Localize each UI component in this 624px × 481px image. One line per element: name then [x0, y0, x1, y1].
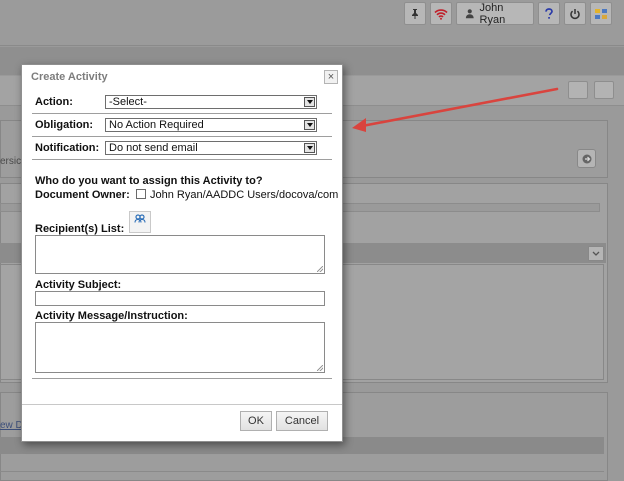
dropdown-button[interactable] — [588, 246, 604, 261]
address-book-button[interactable] — [129, 211, 151, 233]
notification-select-value: Do not send email — [109, 142, 198, 154]
obligation-select[interactable]: No Action Required — [105, 118, 317, 132]
background-text-version: ersic — [0, 156, 22, 167]
activity-message-textarea[interactable] — [35, 322, 325, 373]
logout-button[interactable] — [564, 2, 586, 25]
notification-select[interactable]: Do not send email — [105, 141, 317, 155]
chevron-down-icon[interactable] — [304, 143, 315, 153]
chevron-down-icon[interactable] — [304, 120, 315, 130]
activity-message-label: Activity Message/Instruction: — [35, 310, 188, 322]
lower-row-line — [0, 471, 604, 472]
user-name: John Ryan — [479, 1, 506, 26]
divider — [32, 136, 332, 137]
close-icon: × — [327, 70, 335, 83]
wifi-button[interactable] — [430, 2, 452, 25]
toolbar-button-1[interactable] — [568, 81, 588, 99]
ok-button[interactable]: OK — [240, 411, 272, 431]
document-owner-checkbox[interactable] — [136, 189, 146, 199]
apps-button[interactable] — [590, 2, 612, 25]
print-button[interactable] — [594, 81, 614, 99]
dialog-title: Create Activity — [31, 71, 108, 83]
activity-subject-input[interactable] — [35, 291, 325, 306]
recipients-textarea[interactable] — [35, 235, 325, 274]
wifi-icon — [434, 8, 448, 20]
apps-icon — [595, 8, 607, 19]
help-button[interactable] — [538, 2, 560, 25]
divider — [32, 159, 332, 160]
document-owner-label: Document Owner: — [35, 189, 130, 201]
pin-button[interactable] — [404, 2, 426, 25]
obligation-label: Obligation: — [35, 119, 94, 131]
chevron-down-icon — [592, 251, 600, 256]
close-button[interactable]: × — [324, 70, 338, 84]
background-link-view[interactable]: ew D — [0, 420, 23, 431]
document-owner-value: John Ryan/AADDC Users/docova/com — [150, 189, 339, 201]
cancel-button[interactable]: Cancel — [276, 411, 328, 431]
chevron-down-icon[interactable] — [304, 97, 315, 107]
divider — [32, 378, 332, 379]
recipients-label: Recipient(s) List: — [35, 223, 125, 235]
refresh-button[interactable] — [577, 149, 596, 168]
arrow-right-icon — [582, 154, 591, 163]
notification-label: Notification: — [35, 142, 100, 154]
assign-question: Who do you want to assign this Activity … — [35, 175, 263, 187]
power-icon — [570, 8, 580, 19]
action-select-value: -Select- — [109, 96, 147, 108]
action-label: Action: — [35, 96, 73, 108]
action-select[interactable]: -Select- — [105, 95, 317, 109]
top-bar: John Ryan — [0, 0, 624, 46]
user-icon — [465, 9, 474, 19]
address-book-icon — [134, 214, 146, 223]
divider — [32, 113, 332, 114]
activity-subject-label: Activity Subject: — [35, 279, 122, 291]
create-activity-dialog: Create Activity × Action: -Select- Oblig… — [21, 64, 343, 442]
pin-icon — [412, 8, 418, 19]
dialog-footer-divider — [22, 404, 342, 405]
user-menu-button[interactable]: John Ryan — [456, 1, 534, 26]
help-icon — [545, 7, 553, 19]
obligation-select-value: No Action Required — [109, 119, 204, 131]
